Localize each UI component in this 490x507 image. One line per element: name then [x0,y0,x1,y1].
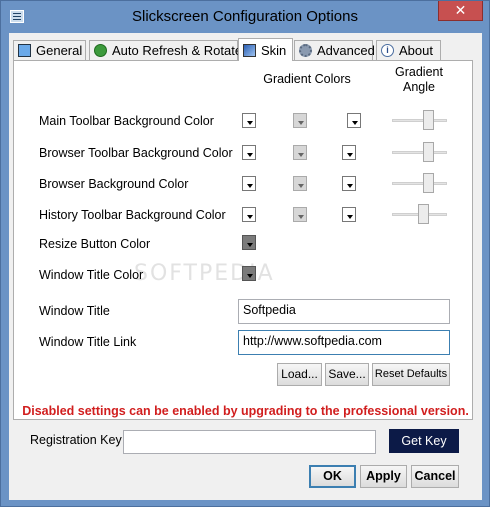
cancel-button[interactable]: Cancel [411,465,459,488]
history-toolbar-bg-label: History Toolbar Background Color [39,208,226,222]
reset-defaults-button[interactable]: Reset Defaults [372,363,450,386]
app-window: Slickscreen Configuration Options ✕ Gene… [0,0,490,507]
refresh-icon [94,44,107,57]
gradient-angle-slider[interactable] [392,110,447,130]
resize-button-color-picker[interactable] [242,235,256,250]
color-picker-1[interactable] [242,113,256,128]
upgrade-notice: Disabled settings can be enabled by upgr… [22,404,469,418]
dialog-client: General Auto Refresh & Rotate Skin Advan… [9,33,482,500]
slider-thumb[interactable] [423,142,434,162]
tab-label: General [36,43,83,58]
save-button[interactable]: Save... [325,363,369,386]
tab-auto-refresh-rotate[interactable]: Auto Refresh & Rotate [89,40,242,60]
browser-toolbar-bg-label: Browser Toolbar Background Color [39,146,233,160]
tab-label: About [399,43,433,58]
color-picker-2[interactable] [293,113,307,128]
slider-thumb[interactable] [423,110,434,130]
color-picker-3[interactable] [342,145,356,160]
gradient-colors-header: Gradient Colors [263,72,351,86]
tab-about[interactable]: i About [376,40,441,60]
gear-icon [299,44,312,57]
main-toolbar-bg-label: Main Toolbar Background Color [39,114,214,128]
window-title-link-input[interactable]: http://www.softpedia.com [238,330,450,355]
color-picker-1[interactable] [242,207,256,222]
info-icon: i [381,44,394,57]
window-title: Slickscreen Configuration Options [132,8,358,25]
tab-label: Auto Refresh & Rotate [112,43,243,58]
gradient-angle-header: Gradient Angle [395,65,443,94]
get-key-button[interactable]: Get Key [389,429,459,453]
color-picker-2[interactable] [293,145,307,160]
window-title-input[interactable]: Softpedia [238,299,450,324]
slider-track [392,182,447,185]
tab-skin[interactable]: Skin [238,38,293,61]
gradient-angle-slider[interactable] [392,142,447,162]
title-bar[interactable]: Slickscreen Configuration Options ✕ [1,1,489,33]
registration-key-input[interactable] [123,430,376,454]
skin-icon [243,43,256,57]
skin-panel: SOFTPEDIA Gradient Colors Gradient Angle… [13,60,473,420]
window-title-label: Window Title [39,304,110,318]
resize-button-color-label: Resize Button Color [39,237,151,251]
registration-key-label: Registration Key [30,433,122,447]
tab-label: Skin [261,42,287,58]
color-picker-2[interactable] [293,207,307,222]
color-picker-1[interactable] [242,145,256,160]
browser-bg-label: Browser Background Color [39,177,189,191]
window-title-color-label: Window Title Color [39,268,144,282]
ok-button[interactable]: OK [309,465,356,488]
tab-label: Advanced [317,43,375,58]
gradient-angle-slider[interactable] [392,173,447,193]
slider-track [392,151,447,154]
tab-advanced[interactable]: Advanced [294,40,375,60]
general-icon [18,44,31,57]
slider-thumb[interactable] [418,204,429,224]
color-picker-3[interactable] [342,176,356,191]
load-button[interactable]: Load... [277,363,322,386]
close-button[interactable]: ✕ [438,1,483,21]
window-title-link-label: Window Title Link [39,335,137,349]
color-picker-1[interactable] [242,176,256,191]
window-title-color-picker[interactable] [242,266,256,281]
color-picker-2[interactable] [293,176,307,191]
gradient-angle-slider[interactable] [392,204,447,224]
color-picker-3[interactable] [342,207,356,222]
color-picker-3[interactable] [347,113,361,128]
slider-track [392,119,447,122]
tab-general[interactable]: General [13,40,86,60]
slider-thumb[interactable] [423,173,434,193]
apply-button[interactable]: Apply [360,465,407,488]
